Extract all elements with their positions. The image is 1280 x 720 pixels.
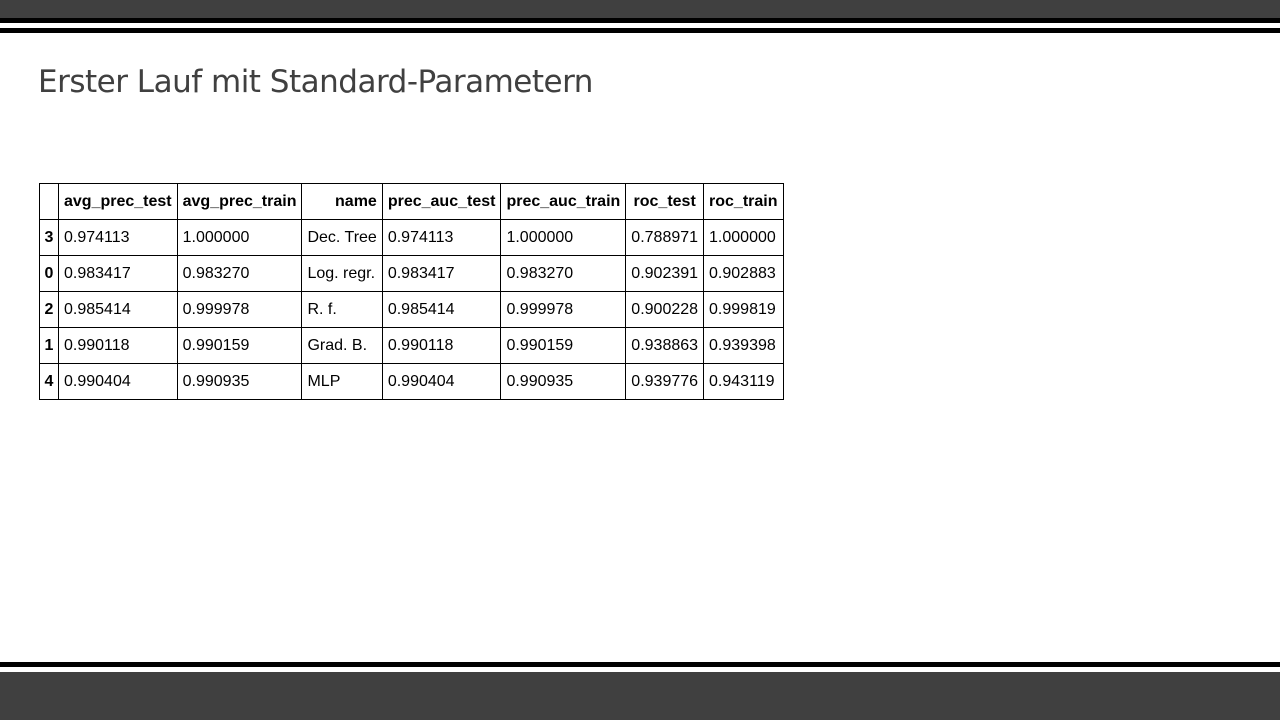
- table-cell: 1.000000: [176, 219, 303, 256]
- column-header-name: name: [301, 183, 383, 220]
- column-header-roc-test: roc_test: [625, 183, 705, 220]
- table-cell: 0.939398: [703, 327, 784, 364]
- row-index: 4: [39, 363, 59, 400]
- table-cell: 0.990404: [381, 363, 502, 400]
- table-cell: 0.999978: [176, 291, 303, 328]
- table-cell: 0.974113: [58, 219, 178, 256]
- table-row: 3 0.974113 1.000000 Dec. Tree 0.974113 1…: [39, 219, 784, 256]
- table-header-row: avg_prec_test avg_prec_train name prec_a…: [39, 183, 784, 220]
- top-rule: [0, 18, 1280, 23]
- table-cell: 0.788971: [625, 219, 705, 256]
- table-cell: 0.990935: [500, 363, 627, 400]
- table-cell: 0.943119: [703, 363, 784, 400]
- slide-title: Erster Lauf mit Standard-Parametern: [38, 64, 593, 100]
- model-name-cell: R. f.: [301, 291, 383, 328]
- model-name-cell: Grad. B.: [301, 327, 383, 364]
- table-cell: 0.938863: [625, 327, 705, 364]
- index-header: [39, 183, 59, 220]
- bottom-rule: [0, 662, 1280, 667]
- table-cell: 0.983417: [381, 255, 502, 292]
- table-cell: 0.999978: [500, 291, 627, 328]
- table-cell: 1.000000: [703, 219, 784, 256]
- bottom-band: [0, 672, 1280, 720]
- table-cell: 0.990159: [176, 327, 303, 364]
- table-cell: 0.902883: [703, 255, 784, 292]
- row-index: 3: [39, 219, 59, 256]
- table-cell: 0.983270: [176, 255, 303, 292]
- table-cell: 0.983270: [500, 255, 627, 292]
- table-cell: 0.983417: [58, 255, 178, 292]
- table-row: 0 0.983417 0.983270 Log. regr. 0.983417 …: [39, 255, 784, 292]
- row-index: 0: [39, 255, 59, 292]
- column-header-roc-train: roc_train: [703, 183, 784, 220]
- table-cell: 0.985414: [381, 291, 502, 328]
- table-cell: 0.902391: [625, 255, 705, 292]
- top-rule: [0, 28, 1280, 33]
- row-index: 1: [39, 327, 59, 364]
- table-cell: 0.974113: [381, 219, 502, 256]
- row-index: 2: [39, 291, 59, 328]
- table-cell: 1.000000: [500, 219, 627, 256]
- table-row: 4 0.990404 0.990935 MLP 0.990404 0.99093…: [39, 363, 784, 400]
- column-header-avg-prec-train: avg_prec_train: [176, 183, 303, 220]
- top-band: [0, 0, 1280, 18]
- model-name-cell: Log. regr.: [301, 255, 383, 292]
- column-header-avg-prec-test: avg_prec_test: [58, 183, 178, 220]
- table-row: 2 0.985414 0.999978 R. f. 0.985414 0.999…: [39, 291, 784, 328]
- table-cell: 0.999819: [703, 291, 784, 328]
- column-header-prec-auc-test: prec_auc_test: [381, 183, 502, 220]
- table-cell: 0.985414: [58, 291, 178, 328]
- column-header-prec-auc-train: prec_auc_train: [500, 183, 627, 220]
- model-name-cell: Dec. Tree: [301, 219, 383, 256]
- table-cell: 0.939776: [625, 363, 705, 400]
- table-cell: 0.990159: [500, 327, 627, 364]
- table-cell: 0.990118: [58, 327, 178, 364]
- table-cell: 0.900228: [625, 291, 705, 328]
- model-name-cell: MLP: [301, 363, 383, 400]
- table-row: 1 0.990118 0.990159 Grad. B. 0.990118 0.…: [39, 327, 784, 364]
- table-cell: 0.990404: [58, 363, 178, 400]
- table-cell: 0.990935: [176, 363, 303, 400]
- results-table: avg_prec_test avg_prec_train name prec_a…: [39, 183, 784, 400]
- table-cell: 0.990118: [381, 327, 502, 364]
